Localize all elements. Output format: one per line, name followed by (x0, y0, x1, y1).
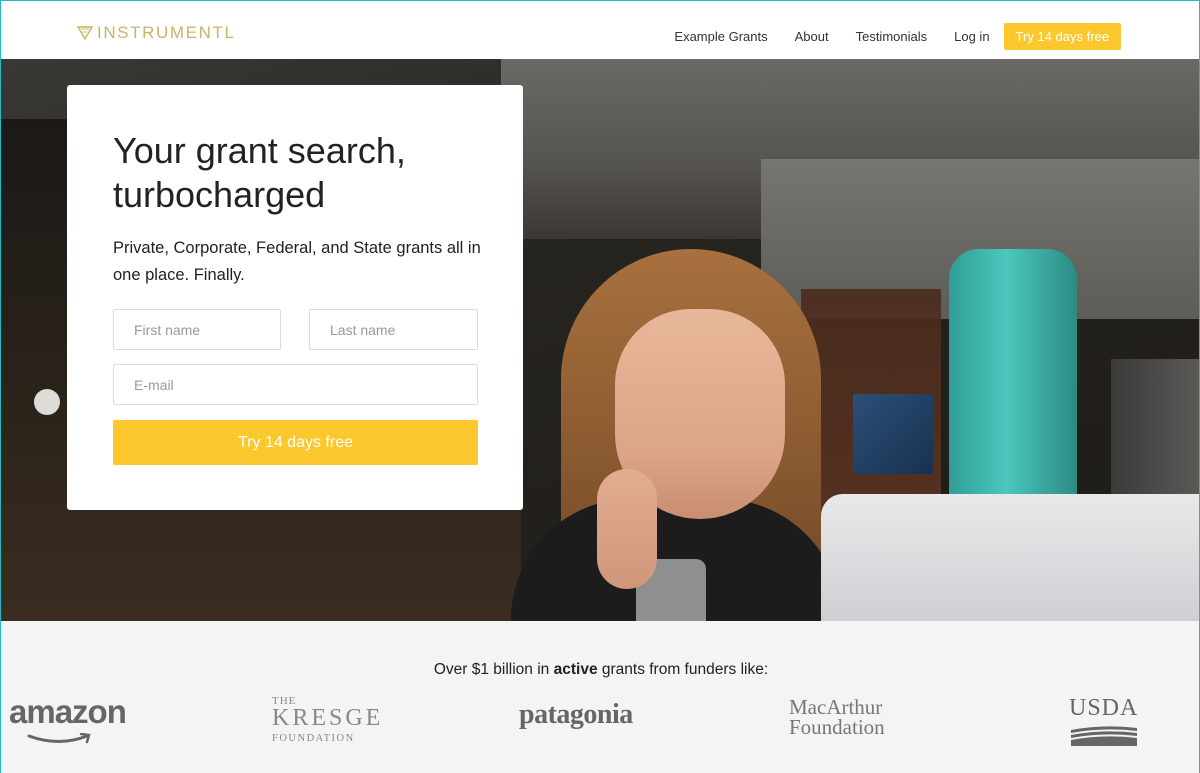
usda-field-icon (1071, 726, 1137, 746)
nav-log-in[interactable]: Log in (954, 29, 989, 44)
patagonia-logo: patagonia (519, 699, 633, 730)
hero-title: Your grant search, turbocharged (113, 130, 406, 215)
macarthur-line2: Foundation (789, 715, 885, 739)
funders-text-before: Over $1 billion in (433, 661, 554, 678)
funders-section: Over $1 billion in active grants from fu… (1, 621, 1199, 773)
usda-text: USDA (1069, 695, 1139, 721)
top-navigation-bar: INSTRUMENTL Example Grants About Testimo… (1, 1, 1199, 59)
brand-name: INSTRUMENTL (97, 23, 236, 42)
nav-testimonials[interactable]: Testimonials (856, 29, 928, 44)
brand-logo[interactable]: INSTRUMENTL (77, 23, 236, 43)
photo-woman-hand (597, 469, 657, 589)
funders-tagline: Over $1 billion in active grants from fu… (1, 661, 1199, 679)
first-name-input[interactable] (113, 309, 281, 350)
macarthur-line1: MacArthur (789, 695, 883, 719)
funders-text-after: grants from funders like: (597, 661, 769, 678)
amazon-logo-text: amazon (9, 693, 127, 730)
macarthur-foundation-logo: MacArthur Foundation (789, 695, 885, 739)
page: INSTRUMENTL Example Grants About Testimo… (0, 0, 1200, 773)
try-free-submit-button[interactable]: Try 14 days free (113, 420, 478, 465)
nav-try-free-button[interactable]: Try 14 days free (1003, 23, 1121, 50)
signup-card: Your grant search, turbocharged Private,… (67, 85, 523, 510)
triangle-logo-icon (77, 26, 93, 40)
main-nav: Example Grants About Testimonials Log in… (674, 23, 1121, 50)
hero-subtitle: Private, Corporate, Federal, and State g… (113, 239, 481, 284)
funders-text-bold: active (553, 661, 598, 678)
kresge-foundation-logo: THE KRESGE FOUNDATION (272, 695, 392, 744)
photo-screen (853, 394, 933, 474)
kresge-name: KRESGE (272, 705, 384, 731)
amazon-logo: amazon (9, 693, 127, 744)
email-input[interactable] (113, 364, 478, 405)
usda-logo: USDA (1069, 695, 1139, 753)
last-name-input[interactable] (309, 309, 478, 350)
kresge-foundation: FOUNDATION (272, 733, 355, 744)
amazon-smile-icon (27, 733, 91, 744)
nav-about[interactable]: About (795, 29, 829, 44)
photo-lamp (34, 389, 60, 415)
nav-example-grants[interactable]: Example Grants (674, 29, 767, 44)
photo-laptop (821, 494, 1199, 621)
